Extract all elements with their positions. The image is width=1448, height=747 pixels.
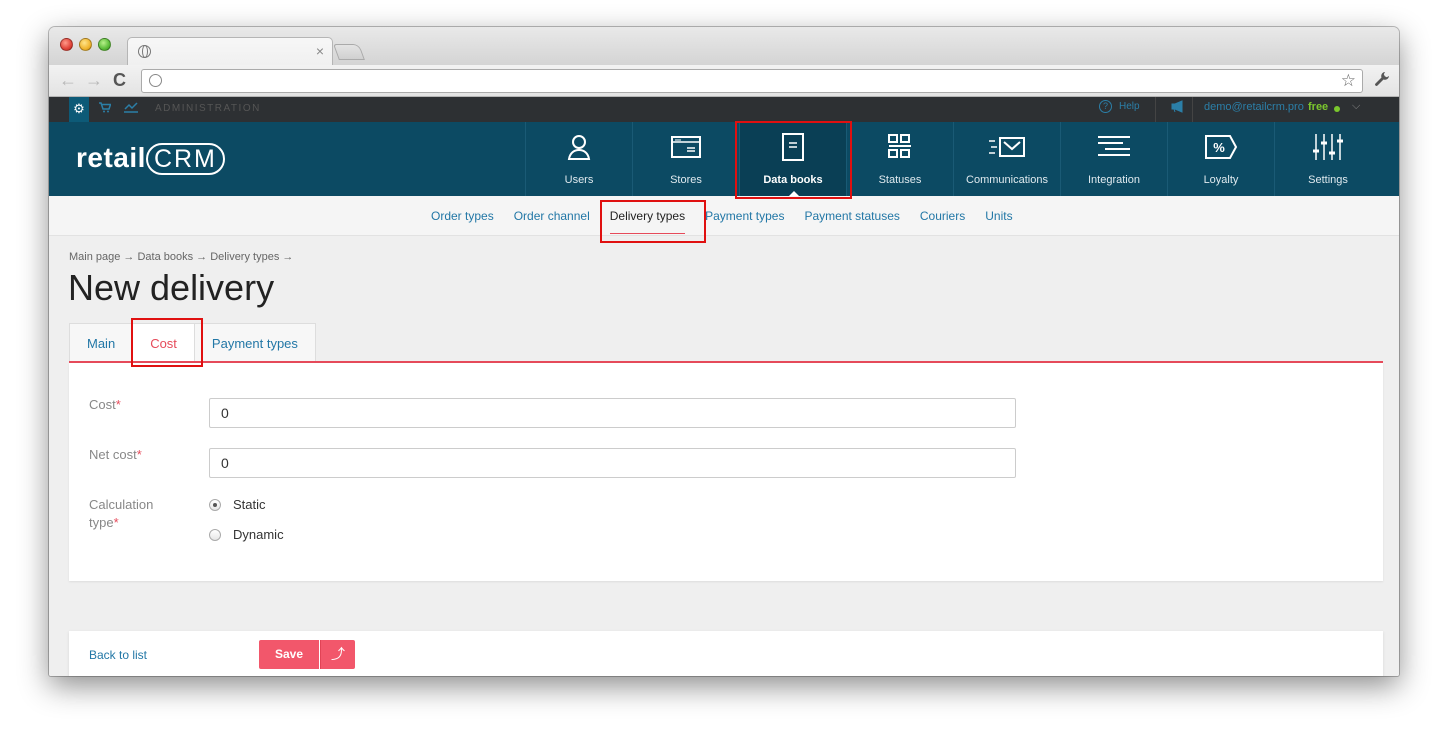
subnav-order-channel[interactable]: Order channel [514,209,590,223]
statuses-icon [847,132,953,162]
back-to-list-link[interactable]: Back to list [89,648,147,662]
browser-titlebar: × [49,27,1399,65]
cost-form-panel: Cost* Net cost* Calculation type* Static… [69,363,1383,581]
subnav-couriers[interactable]: Couriers [920,209,965,223]
new-tab-button[interactable] [333,44,365,60]
nav-item-stores[interactable]: Stores [632,122,739,196]
divider [1192,97,1193,122]
tab-close-icon[interactable]: × [316,43,324,59]
browser-toolbar: ← → C ☆ [49,65,1399,97]
highlight-box-delivery-types [600,200,706,243]
sub-nav: Order types Order channel Delivery types… [49,196,1399,236]
divider [1155,97,1156,122]
communications-icon [954,132,1060,162]
reload-icon[interactable]: C [113,71,126,89]
nav-item-integration[interactable]: Integration [1060,122,1167,196]
save-and-exit-icon[interactable]: ⤴ [320,640,355,669]
breadcrumb[interactable]: Main page → Data books → Delivery types … [69,251,293,263]
user-icon [526,132,632,162]
tab-payment-types[interactable]: Payment types [193,323,316,362]
tab-main[interactable]: Main [69,323,133,362]
highlight-box-cost-tab [131,318,203,367]
settings-sliders-icon [1275,132,1381,162]
account-email[interactable]: demo@retailcrm.pro [1204,101,1304,113]
bookmark-star-icon[interactable]: ☆ [1341,71,1356,91]
globe-icon [138,45,151,58]
forward-arrow-icon[interactable]: → [85,71,103,89]
net-cost-input[interactable] [209,448,1016,478]
required-mark: * [113,515,119,530]
subnav-units[interactable]: Units [985,209,1012,223]
subnav-order-types[interactable]: Order types [431,209,494,223]
subnav-payment-statuses[interactable]: Payment statuses [804,209,899,223]
chevron-down-icon[interactable]: ⌵ [1352,100,1360,113]
save-button[interactable]: Save [259,640,319,669]
required-mark: * [115,397,121,412]
radio-button-checked[interactable] [209,498,221,511]
admin-bar: ⚙ ADMINISTRATION ? Help demo@retailcrm.p… [49,97,1399,122]
radio-dynamic[interactable]: Dynamic [209,527,284,542]
cost-input[interactable] [209,398,1016,428]
app-header: retail CRM Users Stores Data books Statu… [49,122,1399,196]
gear-icon[interactable]: ⚙ [69,97,89,122]
account-plan-badge: free [1308,101,1329,113]
chart-icon[interactable] [124,101,138,116]
highlight-box-data-books [735,121,852,199]
minimize-window-icon[interactable] [79,38,92,51]
back-arrow-icon[interactable]: ← [59,71,77,89]
online-status-dot [1334,106,1340,112]
maximize-window-icon[interactable] [98,38,111,51]
nav-item-statuses[interactable]: Statuses [846,122,953,196]
app: ⚙ ADMINISTRATION ? Help demo@retailcrm.p… [49,97,1399,676]
help-link[interactable]: Help [1119,101,1140,112]
store-icon [633,132,739,162]
page-title: New delivery [68,267,275,308]
subnav-payment-types[interactable]: Payment types [705,209,784,223]
cart-icon[interactable] [99,101,112,116]
form-footer: Back to list Save ⤴ [69,631,1383,676]
svg-text:%: % [1213,140,1225,155]
radio-static[interactable]: Static [209,497,266,512]
browser-tab[interactable]: × [127,37,333,65]
loyalty-icon: % [1168,132,1274,162]
address-bar[interactable]: ☆ [141,69,1363,93]
close-window-icon[interactable] [60,38,73,51]
integration-icon [1061,132,1167,162]
calculation-type-label: Calculation type* [89,497,154,530]
globe-icon [149,74,162,87]
wrench-icon[interactable] [1373,70,1391,93]
required-mark: * [136,447,142,462]
nav-item-users[interactable]: Users [525,122,632,196]
megaphone-icon[interactable] [1171,100,1185,116]
radio-button[interactable] [209,528,221,541]
nav-item-communications[interactable]: Communications [953,122,1060,196]
admin-section-label: ADMINISTRATION [155,103,261,114]
cost-label: Cost* [89,397,121,412]
retailcrm-logo[interactable]: retail CRM [76,142,225,175]
help-icon[interactable]: ? [1099,100,1112,113]
browser-window: × ← → C ☆ ⚙ ADMINISTRATION ? Help demo@r… [49,27,1399,676]
net-cost-label: Net cost* [89,447,142,462]
nav-item-loyalty[interactable]: % Loyalty [1167,122,1274,196]
nav-item-settings[interactable]: Settings [1274,122,1381,196]
main-nav: Users Stores Data books Statuses Communi… [525,122,1381,196]
